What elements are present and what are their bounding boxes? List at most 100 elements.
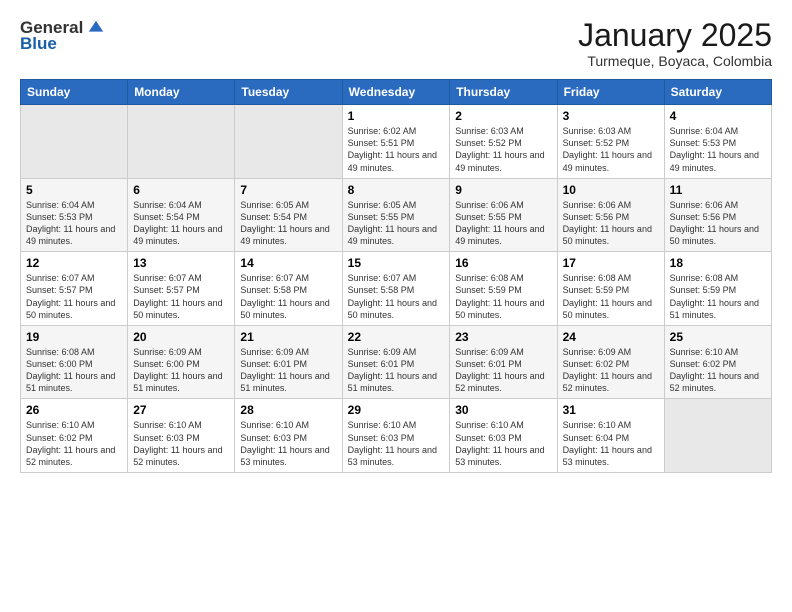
- day-info: Sunrise: 6:03 AM Sunset: 5:52 PM Dayligh…: [455, 125, 551, 174]
- day-info: Sunrise: 6:10 AM Sunset: 6:03 PM Dayligh…: [348, 419, 445, 468]
- calendar-cell: 12 Sunrise: 6:07 AM Sunset: 5:57 PM Dayli…: [21, 252, 128, 326]
- calendar-cell: 5 Sunrise: 6:04 AM Sunset: 5:53 PM Daylig…: [21, 178, 128, 252]
- calendar-cell: 2 Sunrise: 6:03 AM Sunset: 5:52 PM Daylig…: [450, 105, 557, 179]
- day-number: 11: [670, 183, 766, 197]
- day-info: Sunrise: 6:10 AM Sunset: 6:02 PM Dayligh…: [26, 419, 122, 468]
- header: General Blue January 2025 Turmeque, Boya…: [20, 18, 772, 69]
- day-number: 2: [455, 109, 551, 123]
- day-number: 8: [348, 183, 445, 197]
- day-number: 5: [26, 183, 122, 197]
- day-number: 4: [670, 109, 766, 123]
- calendar-cell: 19 Sunrise: 6:08 AM Sunset: 6:00 PM Dayli…: [21, 325, 128, 399]
- col-header-sunday: Sunday: [21, 80, 128, 105]
- day-info: Sunrise: 6:06 AM Sunset: 5:55 PM Dayligh…: [455, 199, 551, 248]
- calendar-cell: 13 Sunrise: 6:07 AM Sunset: 5:57 PM Dayli…: [128, 252, 235, 326]
- calendar-cell: 30 Sunrise: 6:10 AM Sunset: 6:03 PM Dayli…: [450, 399, 557, 473]
- logo: General Blue: [20, 18, 105, 54]
- day-number: 19: [26, 330, 122, 344]
- day-number: 28: [240, 403, 336, 417]
- calendar-cell: 8 Sunrise: 6:05 AM Sunset: 5:55 PM Daylig…: [342, 178, 450, 252]
- calendar-cell: 27 Sunrise: 6:10 AM Sunset: 6:03 PM Dayli…: [128, 399, 235, 473]
- day-number: 22: [348, 330, 445, 344]
- day-number: 17: [563, 256, 659, 270]
- calendar-cell: 14 Sunrise: 6:07 AM Sunset: 5:58 PM Dayli…: [235, 252, 342, 326]
- calendar-cell: 17 Sunrise: 6:08 AM Sunset: 5:59 PM Dayli…: [557, 252, 664, 326]
- col-header-friday: Friday: [557, 80, 664, 105]
- day-number: 14: [240, 256, 336, 270]
- day-number: 12: [26, 256, 122, 270]
- day-number: 27: [133, 403, 229, 417]
- day-number: 25: [670, 330, 766, 344]
- calendar-cell: 21 Sunrise: 6:09 AM Sunset: 6:01 PM Dayli…: [235, 325, 342, 399]
- col-header-thursday: Thursday: [450, 80, 557, 105]
- calendar-cell: [235, 105, 342, 179]
- day-number: 10: [563, 183, 659, 197]
- day-number: 16: [455, 256, 551, 270]
- day-number: 21: [240, 330, 336, 344]
- calendar-cell: 7 Sunrise: 6:05 AM Sunset: 5:54 PM Daylig…: [235, 178, 342, 252]
- calendar-cell: 23 Sunrise: 6:09 AM Sunset: 6:01 PM Dayli…: [450, 325, 557, 399]
- day-info: Sunrise: 6:08 AM Sunset: 5:59 PM Dayligh…: [563, 272, 659, 321]
- calendar-cell: 4 Sunrise: 6:04 AM Sunset: 5:53 PM Daylig…: [664, 105, 771, 179]
- day-number: 18: [670, 256, 766, 270]
- day-info: Sunrise: 6:05 AM Sunset: 5:54 PM Dayligh…: [240, 199, 336, 248]
- col-header-tuesday: Tuesday: [235, 80, 342, 105]
- day-number: 6: [133, 183, 229, 197]
- day-info: Sunrise: 6:10 AM Sunset: 6:03 PM Dayligh…: [455, 419, 551, 468]
- day-info: Sunrise: 6:04 AM Sunset: 5:54 PM Dayligh…: [133, 199, 229, 248]
- calendar-cell: 24Sunrise: 6:09 AM Sunset: 6:02 PM Dayli…: [557, 325, 664, 399]
- day-info: Sunrise: 6:09 AM Sunset: 6:01 PM Dayligh…: [240, 346, 336, 395]
- day-number: 3: [563, 109, 659, 123]
- day-info: Sunrise: 6:03 AM Sunset: 5:52 PM Dayligh…: [563, 125, 659, 174]
- calendar-cell: 25Sunrise: 6:10 AM Sunset: 6:02 PM Dayli…: [664, 325, 771, 399]
- day-info: Sunrise: 6:06 AM Sunset: 5:56 PM Dayligh…: [563, 199, 659, 248]
- day-number: 7: [240, 183, 336, 197]
- day-number: 31: [563, 403, 659, 417]
- calendar-cell: 16 Sunrise: 6:08 AM Sunset: 5:59 PM Dayli…: [450, 252, 557, 326]
- calendar-cell: 18 Sunrise: 6:08 AM Sunset: 5:59 PM Dayli…: [664, 252, 771, 326]
- month-title: January 2025: [578, 18, 772, 53]
- calendar-cell: 3 Sunrise: 6:03 AM Sunset: 5:52 PM Daylig…: [557, 105, 664, 179]
- day-info: Sunrise: 6:07 AM Sunset: 5:58 PM Dayligh…: [240, 272, 336, 321]
- day-number: 9: [455, 183, 551, 197]
- calendar-cell: 10 Sunrise: 6:06 AM Sunset: 5:56 PM Dayli…: [557, 178, 664, 252]
- day-info: Sunrise: 6:08 AM Sunset: 5:59 PM Dayligh…: [670, 272, 766, 321]
- day-info: Sunrise: 6:04 AM Sunset: 5:53 PM Dayligh…: [26, 199, 122, 248]
- day-number: 13: [133, 256, 229, 270]
- page: General Blue January 2025 Turmeque, Boya…: [0, 0, 792, 612]
- location: Turmeque, Boyaca, Colombia: [578, 53, 772, 69]
- day-info: Sunrise: 6:07 AM Sunset: 5:57 PM Dayligh…: [26, 272, 122, 321]
- col-header-monday: Monday: [128, 80, 235, 105]
- day-info: Sunrise: 6:10 AM Sunset: 6:03 PM Dayligh…: [133, 419, 229, 468]
- day-info: Sunrise: 6:05 AM Sunset: 5:55 PM Dayligh…: [348, 199, 445, 248]
- calendar-cell: 28 Sunrise: 6:10 AM Sunset: 6:03 PM Dayli…: [235, 399, 342, 473]
- logo-blue: Blue: [20, 34, 57, 54]
- calendar-cell: 9 Sunrise: 6:06 AM Sunset: 5:55 PM Daylig…: [450, 178, 557, 252]
- title-block: January 2025 Turmeque, Boyaca, Colombia: [578, 18, 772, 69]
- day-info: Sunrise: 6:10 AM Sunset: 6:03 PM Dayligh…: [240, 419, 336, 468]
- calendar-cell: 29Sunrise: 6:10 AM Sunset: 6:03 PM Dayli…: [342, 399, 450, 473]
- day-info: Sunrise: 6:08 AM Sunset: 5:59 PM Dayligh…: [455, 272, 551, 321]
- calendar-cell: 31Sunrise: 6:10 AM Sunset: 6:04 PM Dayli…: [557, 399, 664, 473]
- day-number: 30: [455, 403, 551, 417]
- calendar-cell: 1Sunrise: 6:02 AM Sunset: 5:51 PM Daylig…: [342, 105, 450, 179]
- day-info: Sunrise: 6:06 AM Sunset: 5:56 PM Dayligh…: [670, 199, 766, 248]
- day-info: Sunrise: 6:09 AM Sunset: 6:01 PM Dayligh…: [348, 346, 445, 395]
- day-number: 1: [348, 109, 445, 123]
- calendar-cell: [664, 399, 771, 473]
- day-info: Sunrise: 6:09 AM Sunset: 6:02 PM Dayligh…: [563, 346, 659, 395]
- day-info: Sunrise: 6:07 AM Sunset: 5:57 PM Dayligh…: [133, 272, 229, 321]
- col-header-saturday: Saturday: [664, 80, 771, 105]
- calendar-cell: [128, 105, 235, 179]
- day-number: 15: [348, 256, 445, 270]
- calendar-cell: 26 Sunrise: 6:10 AM Sunset: 6:02 PM Dayli…: [21, 399, 128, 473]
- day-info: Sunrise: 6:04 AM Sunset: 5:53 PM Dayligh…: [670, 125, 766, 174]
- day-number: 23: [455, 330, 551, 344]
- day-info: Sunrise: 6:08 AM Sunset: 6:00 PM Dayligh…: [26, 346, 122, 395]
- day-number: 26: [26, 403, 122, 417]
- calendar-cell: 6 Sunrise: 6:04 AM Sunset: 5:54 PM Daylig…: [128, 178, 235, 252]
- col-header-wednesday: Wednesday: [342, 80, 450, 105]
- day-info: Sunrise: 6:09 AM Sunset: 6:01 PM Dayligh…: [455, 346, 551, 395]
- day-info: Sunrise: 6:07 AM Sunset: 5:58 PM Dayligh…: [348, 272, 445, 321]
- day-number: 20: [133, 330, 229, 344]
